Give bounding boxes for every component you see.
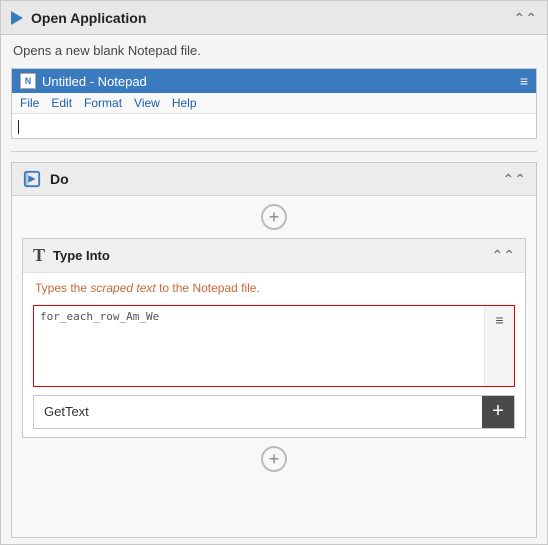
type-into-title: Type Into	[53, 248, 110, 263]
notepad-menu-help[interactable]: Help	[172, 96, 197, 110]
type-into-card: T Type Into ⌃⌃ Types the scraped text to…	[22, 238, 526, 438]
do-title: Do	[50, 171, 69, 187]
notepad-menu-format[interactable]: Format	[84, 96, 122, 110]
notepad-menubar: File Edit Format View Help	[12, 93, 536, 114]
notepad-menu-view[interactable]: View	[134, 96, 160, 110]
open-app-header: Open Application ⌃⌃	[1, 1, 547, 35]
type-into-options-button[interactable]: ≡	[484, 306, 514, 386]
type-into-header-left: T Type Into	[33, 245, 110, 266]
notepad-content	[12, 114, 536, 138]
notepad-window: N Untitled - Notepad ≡ File Edit Format …	[11, 68, 537, 139]
gettext-plus-button[interactable]: +	[482, 396, 514, 428]
do-header-left: Do	[22, 169, 69, 189]
open-app-header-left: Open Application	[11, 10, 146, 26]
play-icon	[11, 11, 23, 25]
collapse-do-button[interactable]: ⌃⌃	[503, 172, 526, 186]
type-into-text-input-row: ≡	[33, 305, 515, 387]
open-app-title: Open Application	[31, 10, 146, 26]
notepad-titlebar-left: N Untitled - Notepad	[20, 73, 147, 89]
open-app-description: Opens a new blank Notepad file.	[1, 35, 547, 64]
type-into-text-input[interactable]	[34, 306, 484, 386]
type-icon: T	[33, 245, 45, 266]
add-action-top-button[interactable]: +	[261, 204, 287, 230]
type-into-header: T Type Into ⌃⌃	[23, 239, 525, 273]
gettext-label: GetText	[34, 398, 482, 425]
type-into-desc-prefix: Types the	[35, 281, 90, 295]
collapse-open-app-button[interactable]: ⌃⌃	[514, 11, 537, 25]
do-icon	[22, 169, 42, 189]
notepad-menu-icon[interactable]: ≡	[520, 73, 528, 89]
notepad-app-icon: N	[20, 73, 36, 89]
notepad-menu-edit[interactable]: Edit	[51, 96, 72, 110]
main-container: Open Application ⌃⌃ Opens a new blank No…	[0, 0, 548, 545]
gettext-row: GetText +	[33, 395, 515, 429]
type-into-description: Types the scraped text to the Notepad fi…	[23, 273, 525, 301]
divider	[11, 151, 537, 152]
text-cursor	[18, 120, 19, 134]
type-into-desc-suffix: to the Notepad file.	[156, 281, 260, 295]
collapse-type-into-button[interactable]: ⌃⌃	[492, 248, 515, 262]
hamburger-icon: ≡	[495, 312, 503, 328]
notepad-titlebar: N Untitled - Notepad ≡	[12, 69, 536, 93]
add-action-bottom-button[interactable]: +	[261, 446, 287, 472]
notepad-menu-file[interactable]: File	[20, 96, 39, 110]
do-header: Do ⌃⌃	[12, 163, 536, 196]
type-into-desc-highlight: scraped text	[90, 281, 155, 295]
do-section: Do ⌃⌃ + T Type Into ⌃⌃ Types the scraped…	[11, 162, 537, 538]
notepad-title: Untitled - Notepad	[42, 74, 147, 89]
